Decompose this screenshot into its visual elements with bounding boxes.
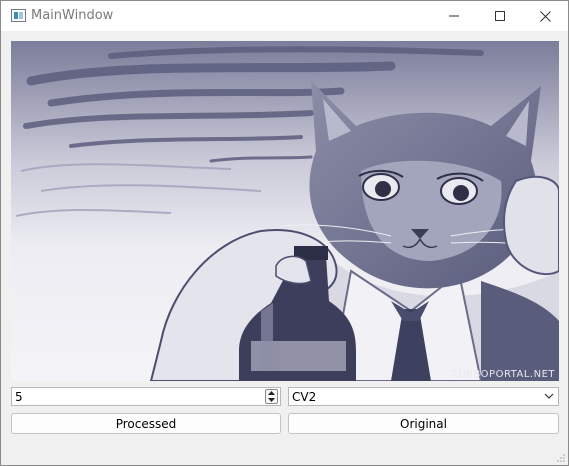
value-spinbox[interactable]: 5 xyxy=(11,387,281,406)
processed-button[interactable]: Processed xyxy=(11,413,281,434)
central-widget: TURBOPORTAL.NET 5 CV2 Processed Original xyxy=(1,31,568,465)
combobox-value: CV2 xyxy=(292,390,317,404)
chevron-down-icon xyxy=(268,398,275,402)
chevron-down-icon[interactable] xyxy=(544,392,554,400)
title-bar[interactable]: MainWindow xyxy=(1,1,568,31)
app-window-icon xyxy=(11,9,26,22)
main-window: MainWindow TURBOPORTAL.NET 5 CV2 Process… xyxy=(0,0,569,466)
spin-up-button[interactable] xyxy=(266,390,277,396)
resize-grip-icon[interactable] xyxy=(556,453,566,463)
method-combobox[interactable]: CV2 xyxy=(288,387,559,406)
spinbox-value[interactable]: 5 xyxy=(15,389,23,405)
close-button[interactable] xyxy=(522,1,568,31)
cat-illustration: TURBOPORTAL.NET xyxy=(11,41,559,381)
minimize-icon xyxy=(449,15,459,17)
chevron-up-icon xyxy=(268,391,275,395)
spin-down-button[interactable] xyxy=(266,397,277,403)
image-watermark: TURBOPORTAL.NET xyxy=(451,369,556,380)
window-title: MainWindow xyxy=(31,8,114,23)
maximize-button[interactable] xyxy=(477,1,523,31)
spinbox-buttons[interactable] xyxy=(265,389,278,404)
close-icon xyxy=(539,10,551,22)
image-display: TURBOPORTAL.NET xyxy=(11,41,559,381)
maximize-icon xyxy=(495,11,505,21)
minimize-button[interactable] xyxy=(431,1,477,31)
original-button[interactable]: Original xyxy=(288,413,559,434)
